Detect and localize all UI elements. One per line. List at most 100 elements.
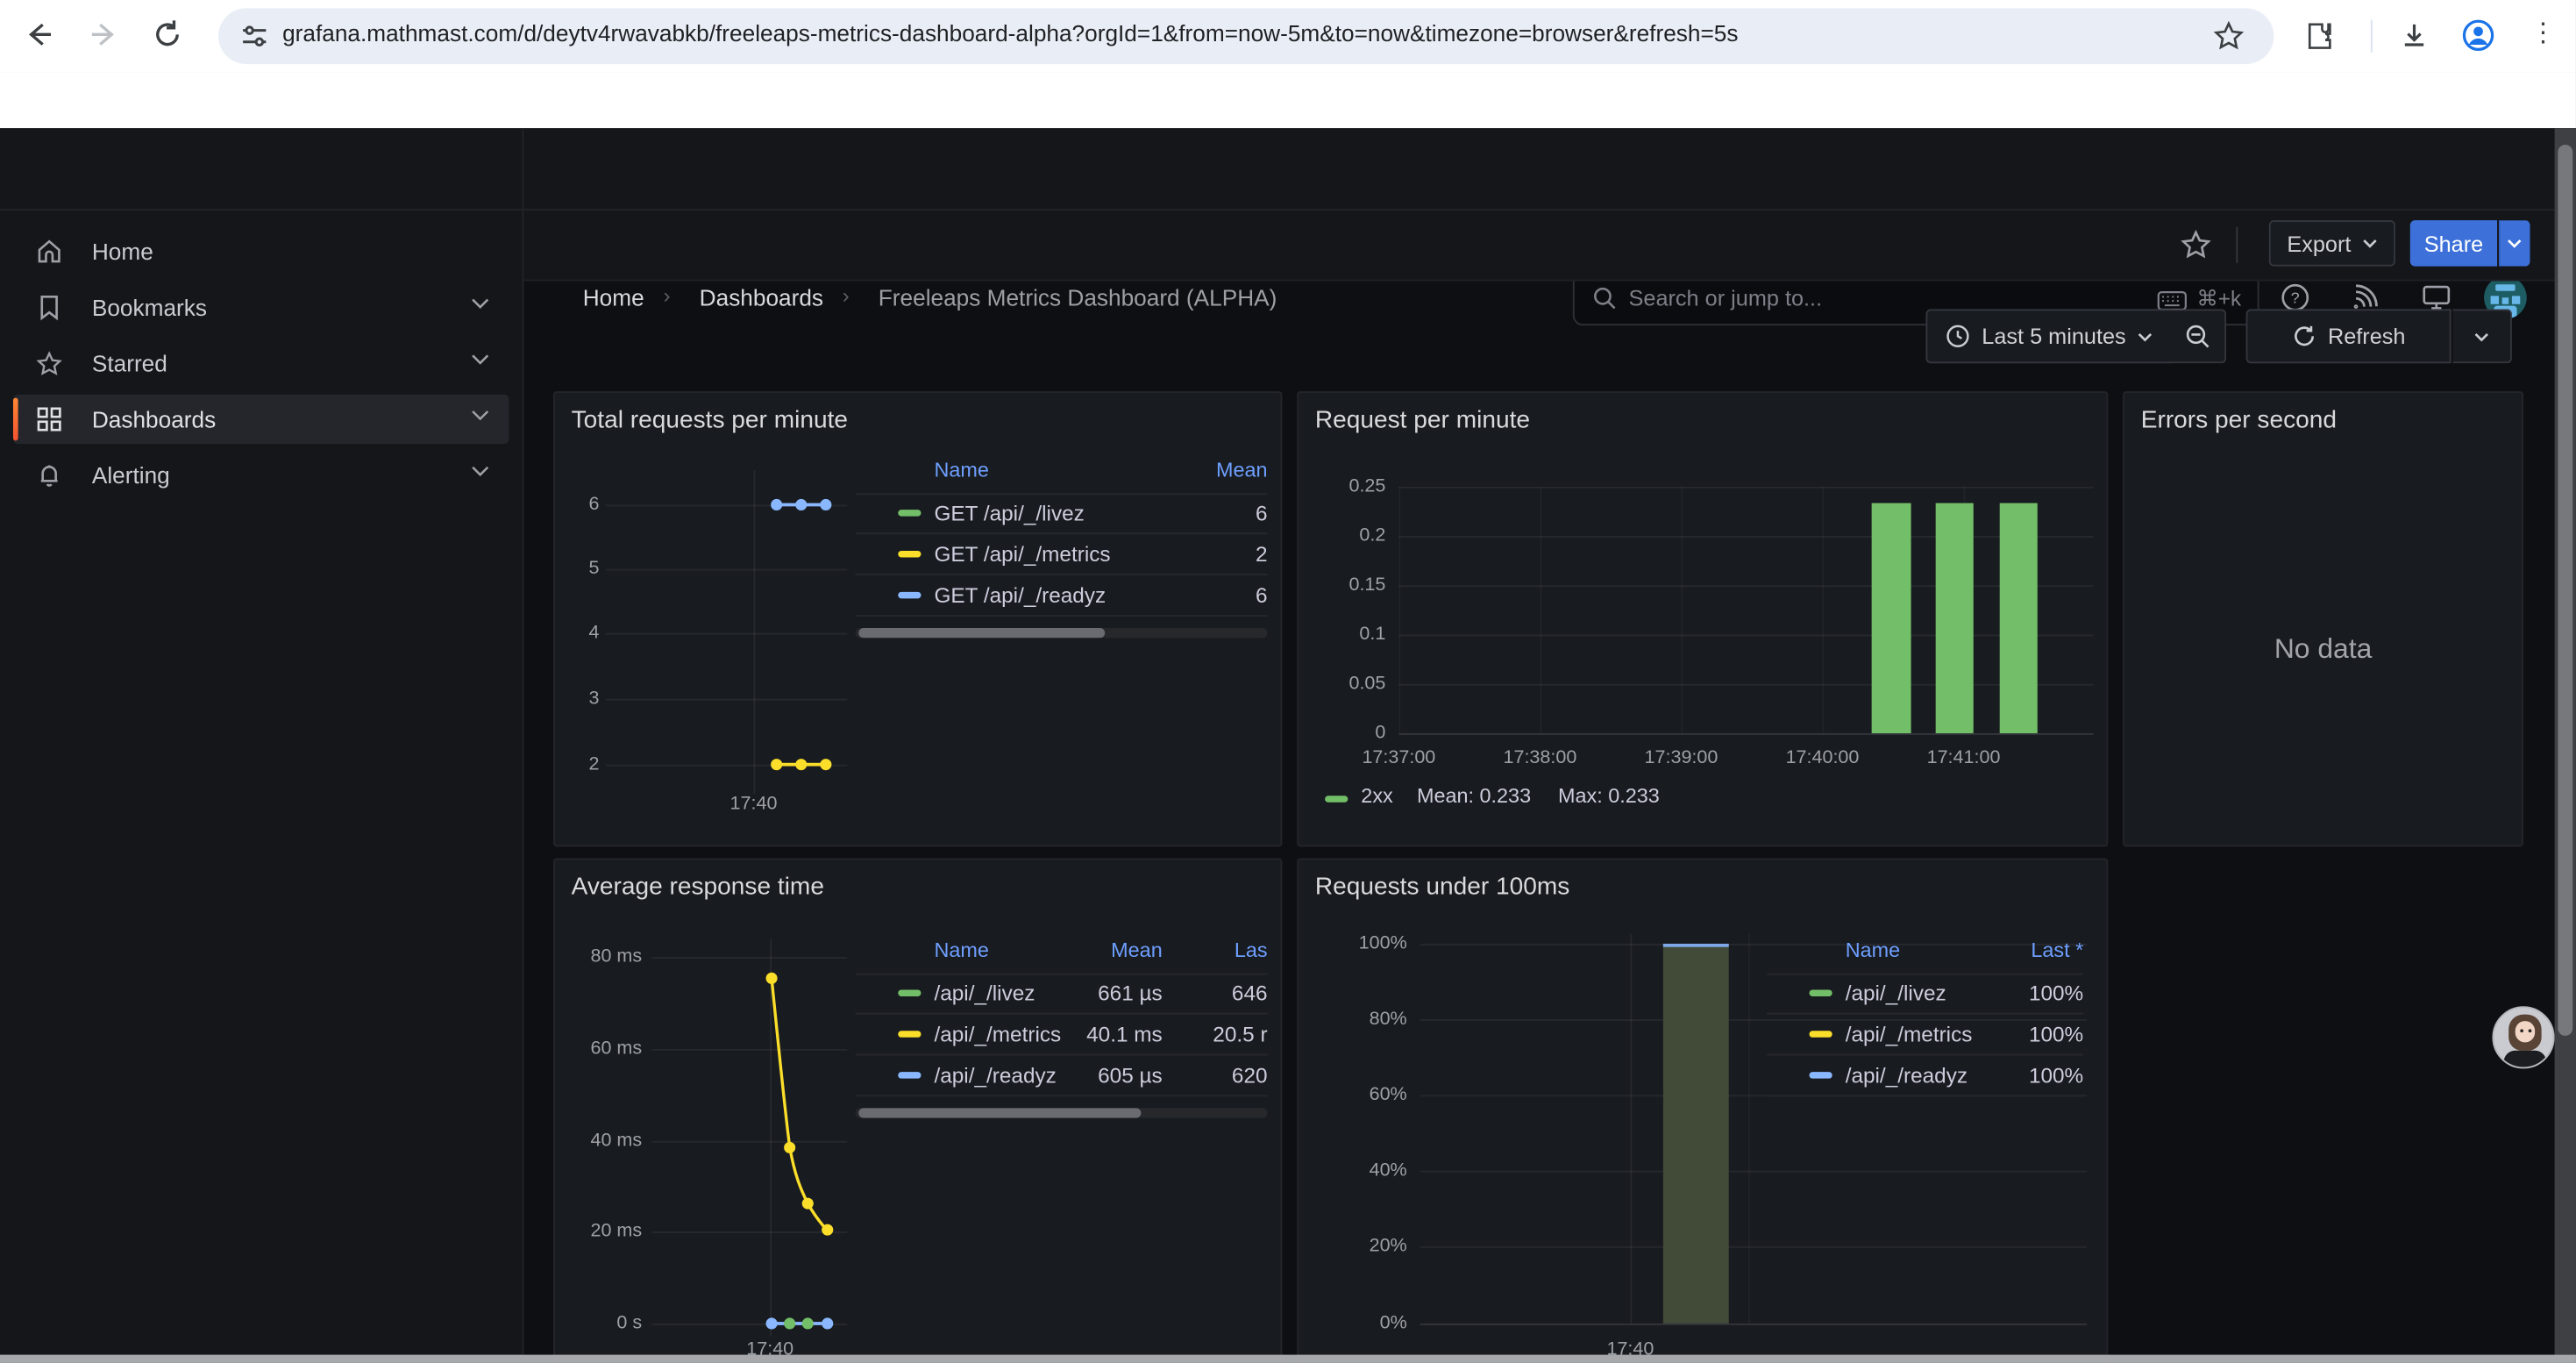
data-point xyxy=(784,1317,795,1329)
grid-icon xyxy=(36,406,62,432)
legend-series-name[interactable]: /api/_/readyz xyxy=(934,1063,1056,1088)
legend-series-name[interactable]: /api/_/readyz xyxy=(1846,1063,1968,1088)
bar-2xx xyxy=(1936,503,1974,733)
sidebar-item-starred[interactable]: Starred xyxy=(13,339,509,388)
legend-header[interactable]: Mean xyxy=(1216,459,1268,482)
browser-menu-icon[interactable]: ⋮ xyxy=(2530,17,2557,49)
panel-title[interactable]: Requests under 100ms xyxy=(1315,873,1569,901)
gridline xyxy=(651,1141,847,1143)
refresh-button[interactable]: Refresh xyxy=(2246,309,2451,363)
chevron-down-icon[interactable] xyxy=(471,297,489,309)
help-icon[interactable]: ? xyxy=(2281,282,2310,312)
back-icon[interactable] xyxy=(23,18,55,51)
url-text[interactable]: grafana.mathmast.com/d/deytv4rwavabkb/fr… xyxy=(282,19,1738,46)
y-axis-tick: 60% xyxy=(1370,1085,1407,1104)
row-separator xyxy=(1767,1013,2083,1015)
y-axis-tick: 40% xyxy=(1370,1160,1407,1180)
legend-series-name[interactable]: /api/_/metrics xyxy=(934,1022,1061,1046)
favorite-star-icon[interactable] xyxy=(2181,229,2212,260)
sidebar-item-label: Bookmarks xyxy=(92,295,207,321)
y-axis-tick: 80 ms xyxy=(590,947,642,967)
gridline xyxy=(651,957,847,959)
legend-max: Max: 0.233 xyxy=(1558,784,1660,807)
home-icon xyxy=(36,239,62,265)
floating-assistant-avatar[interactable] xyxy=(2492,1006,2554,1068)
row-separator xyxy=(856,574,1268,575)
legend-series-name[interactable]: GET /api/_/readyz xyxy=(934,583,1106,608)
panel-title[interactable]: Errors per second xyxy=(2141,406,2337,434)
panel-title[interactable]: Request per minute xyxy=(1315,406,1530,434)
screen: grafana.mathmast.com/d/deytv4rwavabkb/fr… xyxy=(0,0,2576,1363)
zoom-out-time-icon[interactable] xyxy=(2170,309,2226,363)
y-axis-tick: 4 xyxy=(588,623,599,642)
refresh-interval-button[interactable] xyxy=(2453,309,2512,363)
y-axis-tick: 0 s xyxy=(616,1314,642,1333)
series-color-swatch xyxy=(1325,796,1348,802)
sidebar-item-home[interactable]: Home xyxy=(13,227,509,276)
sidebar-item-alerting[interactable]: Alerting xyxy=(13,451,509,500)
data-point xyxy=(820,499,831,510)
site-settings-icon[interactable] xyxy=(239,21,269,51)
legend-value: 20.5 r xyxy=(1213,1022,1267,1046)
monitor-icon[interactable] xyxy=(2422,282,2451,312)
legend-mean: Mean: 0.233 xyxy=(1417,784,1531,807)
data-point xyxy=(821,1317,832,1329)
bookmark-star-icon[interactable] xyxy=(2213,19,2245,51)
panel-title[interactable]: Total requests per minute xyxy=(572,406,848,434)
panel-title[interactable]: Average response time xyxy=(572,873,824,901)
series-color-swatch xyxy=(898,510,921,516)
sidebar-item-bookmarks[interactable]: Bookmarks xyxy=(13,282,509,332)
y-axis-tick: 80% xyxy=(1370,1010,1407,1029)
share-button[interactable]: Share xyxy=(2410,220,2497,266)
forward-icon[interactable] xyxy=(87,18,119,51)
chevron-down-icon[interactable] xyxy=(471,353,489,365)
legend-scrollbar-thumb[interactable] xyxy=(858,1108,1141,1117)
reload-icon[interactable] xyxy=(151,18,183,51)
legend-series-name[interactable]: GET /api/_/livez xyxy=(934,501,1084,525)
data-point xyxy=(766,1317,778,1329)
gridline xyxy=(1420,1246,2087,1248)
chevron-down-icon[interactable] xyxy=(471,410,489,421)
legend-series-name[interactable]: /api/_/metrics xyxy=(1846,1022,1973,1046)
legend-series-name[interactable]: GET /api/_/metrics xyxy=(934,542,1110,567)
share-menu-button[interactable] xyxy=(2499,220,2530,266)
legend-value: 100% xyxy=(2029,1063,2083,1088)
chevron-down-icon[interactable] xyxy=(471,465,489,476)
bell-icon xyxy=(36,462,62,489)
legend-value: 646 xyxy=(1232,981,1268,1005)
toolbar-divider xyxy=(2236,227,2238,263)
legend-header[interactable]: Las xyxy=(1235,938,1268,961)
legend-value: 100% xyxy=(2029,981,2083,1005)
sidebar-item-label: Starred xyxy=(92,350,167,376)
sidebar-item-dashboards[interactable]: Dashboards xyxy=(13,395,509,444)
keyboard-icon xyxy=(2157,291,2187,310)
legend-header[interactable]: Name xyxy=(934,459,988,482)
time-range-picker[interactable]: Last 5 minutes xyxy=(1925,309,2172,363)
legend-scrollbar-thumb[interactable] xyxy=(858,628,1105,638)
extensions-icon[interactable] xyxy=(2303,19,2335,51)
legend-header[interactable]: Name xyxy=(934,938,988,961)
legend-value: 661 µs xyxy=(1098,981,1163,1005)
gridline xyxy=(1630,934,1632,1324)
news-rss-icon[interactable] xyxy=(2350,282,2380,312)
sidebar-item-label: Alerting xyxy=(92,462,170,489)
legend-header[interactable]: Name xyxy=(1846,938,1900,961)
panel-request-per-minute: Request per minute 0.250.20.150.10.05017… xyxy=(1297,391,2108,846)
profile-icon[interactable] xyxy=(2461,18,2495,53)
panel-errors-per-second: Errors per second No data xyxy=(2123,391,2523,846)
breadcrumb-home[interactable]: Home xyxy=(583,284,644,310)
vertical-scrollbar-thumb[interactable] xyxy=(2558,145,2572,1036)
legend-header[interactable]: Last * xyxy=(2031,938,2083,961)
legend-series-name[interactable]: 2xx xyxy=(1361,784,1392,807)
downloads-icon[interactable] xyxy=(2399,19,2430,51)
legend-value: 2 xyxy=(1256,542,1268,567)
gridline xyxy=(1420,944,2087,946)
legend-header[interactable]: Mean xyxy=(1111,938,1163,961)
export-button[interactable]: Export xyxy=(2269,220,2395,266)
legend-series-name[interactable]: /api/_/livez xyxy=(934,981,1035,1005)
data-point xyxy=(771,499,782,510)
x-axis-tick: 17:38:00 xyxy=(1503,748,1576,767)
breadcrumb-dashboards[interactable]: Dashboards xyxy=(700,284,823,310)
legend-series-name[interactable]: /api/_/livez xyxy=(1846,981,1946,1005)
bookmarks-bar: Freeleaps 收藏博客 xyxy=(0,72,2576,128)
